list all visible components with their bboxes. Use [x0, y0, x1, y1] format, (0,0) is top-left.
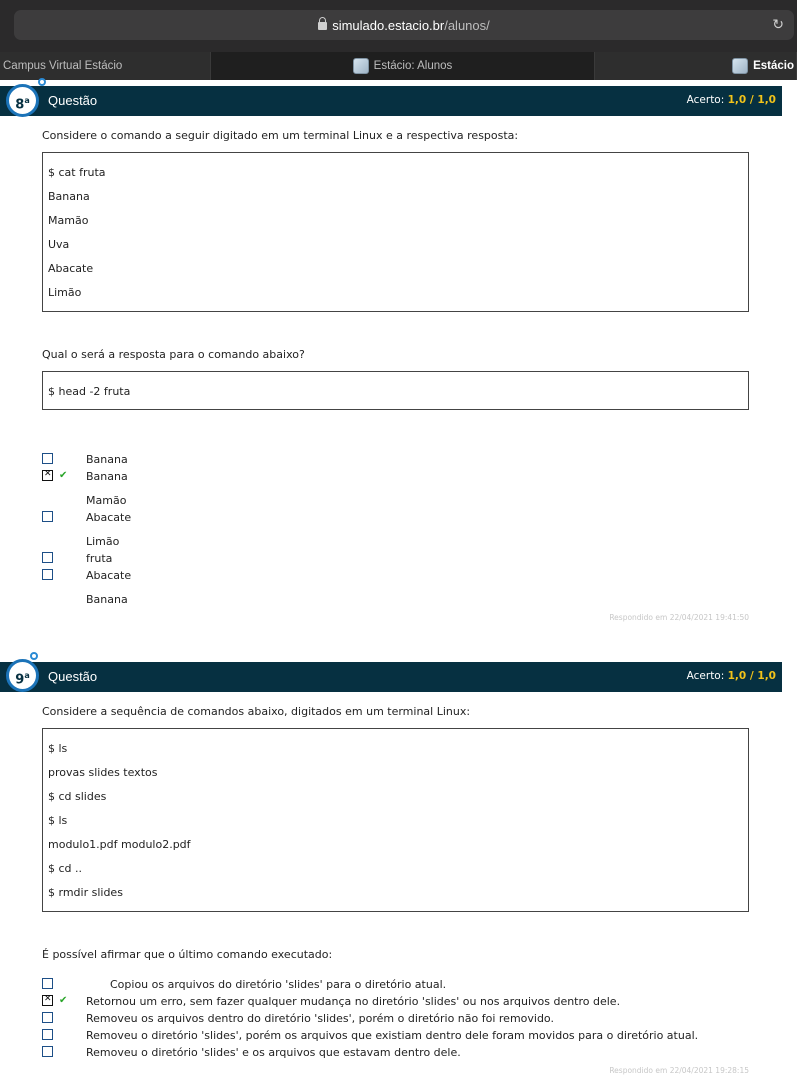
code-block: $ ls provas slides textos $ cd slides $ …	[42, 728, 749, 912]
question-title: Questão	[48, 669, 98, 684]
score: Acerto: 1,0 / 1,0	[686, 94, 776, 106]
code-line: Banana	[48, 190, 90, 203]
option-text: Banana	[86, 470, 128, 483]
code-line: $ cd ..	[48, 862, 83, 875]
question-number-badge: 8a	[6, 84, 39, 117]
check-icon: ✔	[59, 995, 68, 1006]
tab-label: Estácio: Alunos	[373, 60, 453, 72]
lock-icon	[318, 17, 328, 30]
option-text: Removeu o diretório 'slides', porém os a…	[86, 1029, 699, 1042]
option-text: Limão	[86, 535, 120, 548]
question-prompt-2: É possível afirmar que o último comando …	[42, 948, 333, 961]
option-text: Banana	[86, 593, 128, 606]
question-number-badge: 9a	[6, 659, 39, 692]
option-checkbox[interactable]	[42, 511, 53, 522]
code-line: modulo1.pdf modulo2.pdf	[48, 838, 191, 851]
option-text: Removeu os arquivos dentro do diretório …	[86, 1012, 554, 1025]
option-checkbox[interactable]	[42, 1012, 53, 1023]
tab-label: Campus Virtual Estácio	[3, 60, 123, 72]
option-text: Removeu o diretório 'slides' e os arquiv…	[86, 1046, 461, 1059]
option-text: fruta	[86, 552, 113, 565]
page-content: 8a Questão Acerto: 1,0 / 1,0 Considere o…	[0, 78, 797, 1080]
check-icon: ✔	[59, 470, 68, 481]
option-checkbox-checked[interactable]	[42, 469, 53, 481]
favicon-icon	[732, 58, 749, 74]
code-line: $ rmdir slides	[48, 886, 123, 899]
tab-estacio-alunos[interactable]: Estácio: Alunos	[211, 52, 595, 80]
question-prompt: Considere a sequência de comandos abaixo…	[42, 705, 471, 718]
option-text: Abacate	[86, 569, 132, 582]
address-bar[interactable]: simulado.estacio.br/alunos/ ↻	[14, 10, 794, 40]
code-line: $ head -2 fruta	[48, 385, 131, 398]
code-line: Uva	[48, 238, 70, 251]
tab-estacio[interactable]: Estácio	[595, 52, 797, 80]
question-header: Questão Acerto: 1,0 / 1,0	[0, 86, 782, 116]
option-checkbox[interactable]	[42, 552, 53, 563]
question-prompt-2: Qual o será a resposta para o comando ab…	[42, 348, 305, 361]
answered-timestamp: Respondido em 22/04/2021 19:28:15	[609, 1066, 749, 1075]
code-line: $ ls	[48, 742, 68, 755]
reload-icon[interactable]: ↻	[772, 16, 784, 33]
option-text: Mamão	[86, 494, 127, 507]
option-checkbox[interactable]	[42, 1029, 53, 1040]
option-text: Banana	[86, 453, 128, 466]
option-text: Abacate	[86, 511, 132, 524]
option-checkbox[interactable]	[42, 978, 53, 989]
url-path: /alunos/	[444, 17, 490, 33]
browser-toolbar: simulado.estacio.br/alunos/ ↻	[0, 0, 797, 52]
option-checkbox[interactable]	[42, 569, 53, 580]
badge-dot	[30, 652, 38, 660]
option-text: Copiou os arquivos do diretório 'slides'…	[110, 978, 447, 991]
code-block: $ cat fruta Banana Mamão Uva Abacate Lim…	[42, 152, 749, 312]
option-checkbox[interactable]	[42, 1046, 53, 1057]
favicon-icon	[352, 58, 369, 74]
answered-timestamp: Respondido em 22/04/2021 19:41:50	[609, 613, 749, 622]
question-prompt: Considere o comando a seguir digitado em…	[42, 129, 519, 142]
question-header: Questão Acerto: 1,0 / 1,0	[0, 662, 782, 692]
option-checkbox-checked[interactable]	[42, 994, 53, 1006]
code-line: provas slides textos	[48, 766, 158, 779]
code-block: $ head -2 fruta	[42, 371, 749, 410]
code-line: $ ls	[48, 814, 68, 827]
question-title: Questão	[48, 93, 98, 108]
code-line: $ cd slides	[48, 790, 107, 803]
tab-strip: Campus Virtual Estácio Estácio: Alunos E…	[0, 52, 797, 80]
tab-label: Estácio	[753, 60, 794, 72]
url-domain: simulado.estacio.br	[332, 17, 445, 33]
code-line: Mamão	[48, 214, 89, 227]
code-line: Limão	[48, 286, 82, 299]
option-text: Retornou um erro, sem fazer qualquer mud…	[86, 995, 621, 1008]
option-checkbox[interactable]	[42, 453, 53, 464]
tab-campus-virtual[interactable]: Campus Virtual Estácio	[0, 52, 211, 80]
code-line: $ cat fruta	[48, 166, 106, 179]
code-line: Abacate	[48, 262, 94, 275]
badge-dot	[38, 78, 46, 86]
score: Acerto: 1,0 / 1,0	[686, 670, 776, 682]
